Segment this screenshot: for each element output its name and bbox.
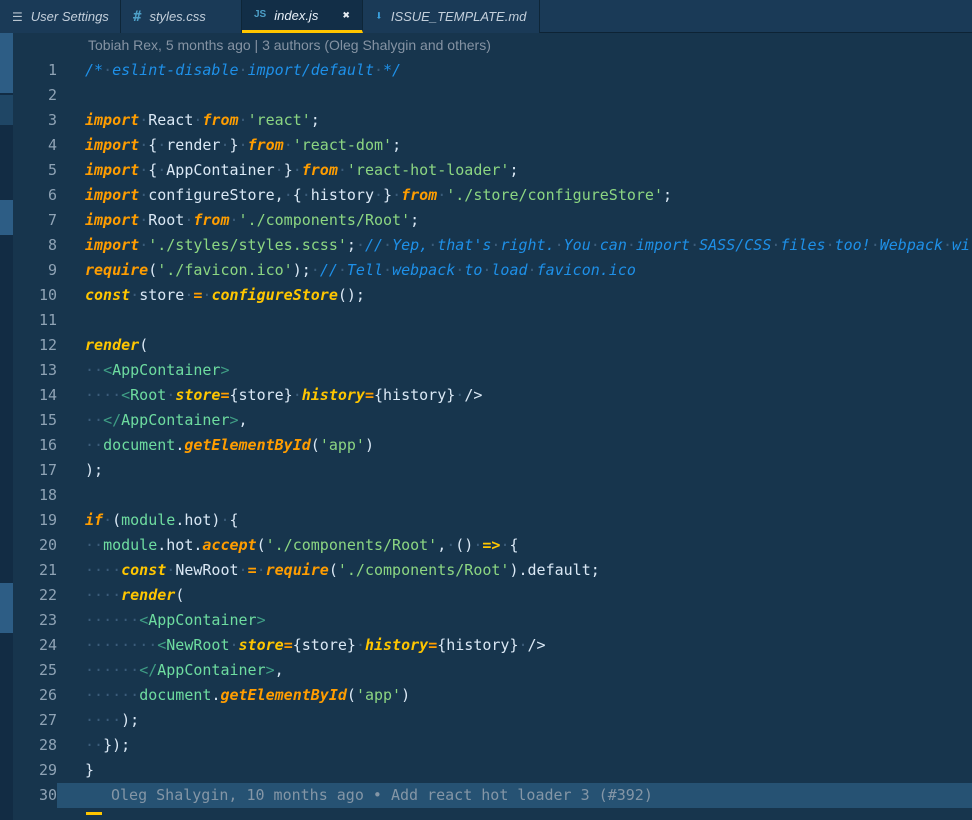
code-line-content: ······document.getElementById('app') (57, 683, 972, 708)
code-line-content: ····const·NewRoot·=·require('./component… (57, 558, 972, 583)
tab-index-js[interactable]: JS index.js ✖ (242, 0, 363, 33)
code-editor[interactable]: Tobiah Rex, 5 months ago | 3 authors (Ol… (0, 33, 972, 820)
git-blame-annotation: Oleg Shalygin, 10 months ago • Add react… (85, 786, 653, 804)
code-line[interactable]: 30Oleg Shalygin, 10 months ago • Add rea… (0, 783, 972, 808)
code-line-content (57, 83, 972, 108)
code-line[interactable]: 12render( (0, 333, 972, 358)
code-line-content: ····render( (57, 583, 972, 608)
text-cursor (86, 812, 102, 815)
code-line-content: import·configureStore,·{·history·}·from·… (57, 183, 972, 208)
code-line-content: ····); (57, 708, 972, 733)
code-line[interactable]: 19if·(module.hot)·{ (0, 508, 972, 533)
code-line-content: import·React·from·'react'; (57, 108, 972, 133)
code-line-content: import·Root·from·'./components/Root'; (57, 208, 972, 233)
code-line-content: require('./favicon.ico');·//·Tell·webpac… (57, 258, 972, 283)
code-line[interactable]: 13··<AppContainer> (0, 358, 972, 383)
code-line-content: ······<AppContainer> (57, 608, 972, 633)
tab-label: index.js (274, 8, 318, 23)
git-heatmap-segment (0, 95, 13, 125)
code-line[interactable]: 10const·store·=·configureStore(); (0, 283, 972, 308)
code-line[interactable]: 20··module.hot.accept('./components/Root… (0, 533, 972, 558)
code-line[interactable]: 5import·{·AppContainer·}·from·'react-hot… (0, 158, 972, 183)
code-line[interactable]: 22····render( (0, 583, 972, 608)
git-heatmap-segment (0, 200, 13, 235)
code-line-content: } (57, 758, 972, 783)
code-line-content: ······</AppContainer>, (57, 658, 972, 683)
code-line-content (57, 308, 972, 333)
code-line[interactable]: 21····const·NewRoot·=·require('./compone… (0, 558, 972, 583)
tab-bar-empty-space (540, 0, 972, 32)
code-line[interactable]: 8import·'./styles/styles.scss';·//·Yep,·… (0, 233, 972, 258)
git-heatmap-segment (0, 583, 13, 633)
close-icon[interactable]: ✖ (343, 8, 350, 22)
code-line-content: const·store·=·configureStore(); (57, 283, 972, 308)
tab-styles-css[interactable]: # styles.css (121, 0, 242, 33)
code-lines-container: 1/*·eslint-disable·import/default·*/23im… (0, 58, 972, 808)
code-line[interactable]: 9require('./favicon.ico');·//·Tell·webpa… (0, 258, 972, 283)
code-line-content: Oleg Shalygin, 10 months ago • Add react… (57, 783, 972, 808)
code-line-content: ··}); (57, 733, 972, 758)
code-line-content: render( (57, 333, 972, 358)
code-line[interactable]: 24········<NewRoot·store={store}·history… (0, 633, 972, 658)
settings-list-icon: ☰ (12, 11, 23, 23)
code-line-content: /*·eslint-disable·import/default·*/ (57, 58, 972, 83)
js-icon: JS (254, 10, 266, 20)
code-line[interactable]: 23······<AppContainer> (0, 608, 972, 633)
code-line[interactable]: 2 (0, 83, 972, 108)
css-hash-icon: # (133, 10, 141, 24)
code-line[interactable]: 27····); (0, 708, 972, 733)
code-line[interactable]: 7import·Root·from·'./components/Root'; (0, 208, 972, 233)
code-line-content: import·'./styles/styles.scss';·//·Yep,·t… (57, 233, 972, 258)
code-line-content: import·{·render·}·from·'react-dom'; (57, 133, 972, 158)
code-line[interactable]: 4import·{·render·}·from·'react-dom'; (0, 133, 972, 158)
tab-label: User Settings (31, 9, 109, 24)
code-line[interactable]: 6import·configureStore,·{·history·}·from… (0, 183, 972, 208)
tab-bar: ☰ User Settings # styles.css JS index.js… (0, 0, 972, 33)
code-line[interactable]: 29} (0, 758, 972, 783)
code-line[interactable]: 15··</AppContainer>, (0, 408, 972, 433)
code-line[interactable]: 16··document.getElementById('app') (0, 433, 972, 458)
code-line[interactable]: 28··}); (0, 733, 972, 758)
code-line-content: if·(module.hot)·{ (57, 508, 972, 533)
tab-label: ISSUE_TEMPLATE.md (391, 9, 527, 24)
code-line-content: ); (57, 458, 972, 483)
code-line-content: ····<Root·store={store}·history={history… (57, 383, 972, 408)
markdown-arrow-icon: ⬇ (375, 10, 383, 23)
code-line-content: ··module.hot.accept('./components/Root',… (57, 533, 972, 558)
code-line-content: ··</AppContainer>, (57, 408, 972, 433)
code-line[interactable]: 18 (0, 483, 972, 508)
tab-user-settings[interactable]: ☰ User Settings (0, 0, 121, 33)
code-line[interactable]: 26······document.getElementById('app') (0, 683, 972, 708)
code-line-content: ········<NewRoot·store={store}·history={… (57, 633, 972, 658)
code-line-content (57, 483, 972, 508)
git-blame-authors-codelens[interactable]: Tobiah Rex, 5 months ago | 3 authors (Ol… (0, 33, 972, 58)
code-line-content: ··<AppContainer> (57, 358, 972, 383)
tab-label: styles.css (149, 9, 205, 24)
code-line[interactable]: 25······</AppContainer>, (0, 658, 972, 683)
git-heatmap-segment (0, 33, 13, 93)
code-line[interactable]: 14····<Root·store={store}·history={histo… (0, 383, 972, 408)
tab-issue-template-md[interactable]: ⬇ ISSUE_TEMPLATE.md (363, 0, 540, 33)
code-line-content: ··document.getElementById('app') (57, 433, 972, 458)
code-line[interactable]: 11 (0, 308, 972, 333)
code-line[interactable]: 3import·React·from·'react'; (0, 108, 972, 133)
code-line-content: import·{·AppContainer·}·from·'react-hot-… (57, 158, 972, 183)
code-line[interactable]: 1/*·eslint-disable·import/default·*/ (0, 58, 972, 83)
code-line[interactable]: 17); (0, 458, 972, 483)
git-blame-heatmap-strip (0, 33, 13, 820)
